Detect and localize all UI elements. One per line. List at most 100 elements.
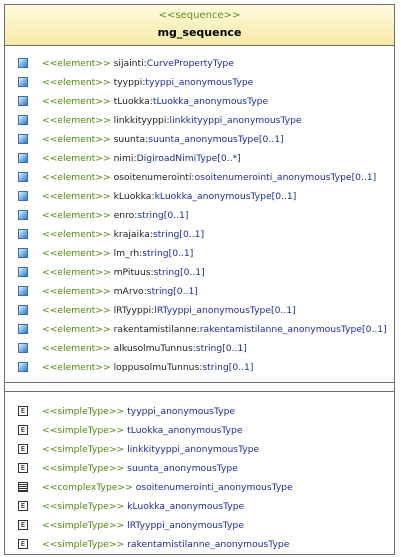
element-text: <<element>> sijainti:CurvePropertyType [42, 54, 234, 73]
element-row[interactable]: <<element>> linkkityyppi:linkkityyppi_an… [5, 111, 394, 130]
element-stereotype: <<element>> [42, 77, 111, 88]
element-text: <<element>> kLuokka:kLuokka_anonymousTyp… [42, 187, 296, 206]
element-multiplicity: [0..1] [271, 305, 296, 316]
element-type: tyyppi_anonymousType [145, 77, 254, 88]
element-text: <<element>> mArvo:string[0..1] [42, 282, 198, 301]
element-type: rakentamistilanne_anonymousType [199, 324, 363, 335]
type-stereotype: <<simpleType>> [42, 520, 125, 531]
element-row[interactable]: <<element>> alkusolmuTunnus:string[0..1] [5, 339, 394, 358]
element-text: <<element>> krajaika:string[0..1] [42, 225, 204, 244]
type-row[interactable]: E <<simpleType>> tLuokka_anonymousType [5, 421, 394, 440]
element-row[interactable]: <<element>> kLuokka:kLuokka_anonymousTyp… [5, 187, 394, 206]
type-stereotype: <<simpleType>> [42, 425, 125, 436]
element-multiplicity: [0..1] [271, 191, 297, 202]
element-row[interactable]: <<element>> krajaika:string[0..1] [5, 225, 394, 244]
element-name: mArvo [113, 286, 144, 297]
element-name: mPituus [113, 267, 151, 278]
simple-type-icon: E [18, 406, 28, 416]
element-type: string [153, 267, 180, 278]
element-row[interactable]: <<element>> tyyppi:tyyppi_anonymousType [5, 73, 394, 92]
simple-type-icon: E [18, 501, 28, 511]
simple-type-icon: E [18, 425, 28, 435]
element-row[interactable]: <<element>> enro:string[0..1] [5, 206, 394, 225]
element-name: tyyppi [113, 77, 143, 88]
type-name: linkkityyppi_anonymousType [127, 444, 260, 455]
element-name: enro [113, 210, 135, 221]
element-stereotype: <<element>> [42, 115, 111, 126]
element-name: kLuokka [113, 191, 152, 202]
element-name: suunta [113, 134, 146, 145]
type-stereotype: <<simpleType>> [42, 406, 125, 417]
element-row[interactable]: <<element>> suunta:suunta_anonymousType[… [5, 130, 394, 149]
element-icon [18, 191, 28, 201]
type-stereotype: <<simpleType>> [42, 539, 125, 550]
element-text: <<element>> enro:string[0..1] [42, 206, 188, 225]
element-name: sijainti [113, 58, 144, 69]
element-text: <<element>> mPituus:string[0..1] [42, 263, 205, 282]
sequence-class-box[interactable]: <<sequence>> mg_sequence <<element>> sij… [4, 4, 395, 555]
type-name: kLuokka_anonymousType [127, 501, 245, 512]
element-type: string [202, 362, 229, 373]
element-type: CurvePropertyType [146, 58, 234, 69]
element-list: <<element>> sijainti:CurvePropertyType <<… [5, 46, 394, 377]
element-stereotype: <<element>> [42, 172, 111, 183]
element-row[interactable]: <<element>> lRTyyppi:lRTyyppi_anonymousT… [5, 301, 394, 320]
type-text: <<simpleType>> kLuokka_anonymousType [42, 497, 244, 516]
element-icon [18, 153, 28, 163]
element-row[interactable]: <<element>> osoitenumerointi:osoitenumer… [5, 168, 394, 187]
element-type: string [195, 343, 223, 354]
element-stereotype: <<element>> [42, 153, 111, 164]
simple-type-icon: E [18, 520, 28, 530]
element-name: alkusolmuTunnus [113, 343, 193, 354]
type-text: <<simpleType>> lRTyyppi_anonymousType [42, 516, 244, 535]
element-icon [18, 343, 28, 353]
type-list: E <<simpleType>> tyyppi_anonymousType E <<s… [5, 402, 394, 554]
element-text: <<element>> nimi:DigiroadNimiType[0..*] [42, 149, 241, 168]
element-name: osoitenumerointi [113, 172, 192, 183]
element-stereotype: <<element>> [42, 267, 111, 278]
element-name: loppusolmuTunnus [113, 362, 200, 373]
element-row[interactable]: <<element>> mArvo:string[0..1] [5, 282, 394, 301]
element-multiplicity: [0..*] [217, 153, 241, 164]
element-row[interactable]: <<element>> sijainti:CurvePropertyType [5, 54, 394, 73]
type-row[interactable]: E <<simpleType>> rakentamistilanne_anonym… [5, 535, 394, 554]
element-row[interactable]: <<element>> rakentamistilanne:rakentamis… [5, 320, 394, 339]
element-stereotype: <<element>> [42, 343, 111, 354]
element-icon [18, 172, 28, 182]
element-type: kLuokka_anonymousType [154, 191, 272, 202]
element-multiplicity: [0..1] [179, 229, 205, 240]
element-icon [18, 134, 28, 144]
type-row[interactable]: <<complexType>> osoitenumerointi_anonymo… [5, 478, 394, 497]
element-name: tLuokka [113, 96, 150, 107]
type-row[interactable]: E <<simpleType>> lRTyyppi_anonymousType [5, 516, 394, 535]
element-stereotype: <<element>> [42, 248, 111, 259]
element-icon [18, 362, 28, 372]
element-name: nimi [113, 153, 134, 164]
element-multiplicity: [0..1] [228, 362, 254, 373]
element-row[interactable]: <<element>> loppusolmuTunnus:string[0..1… [5, 358, 394, 377]
element-icon [18, 267, 28, 277]
element-text: <<element>> lm_rh:string[0..1] [42, 244, 193, 263]
element-type: string [146, 286, 174, 297]
element-row[interactable]: <<element>> tLuokka:tLuokka_anonymousTyp… [5, 92, 394, 111]
element-name: rakentamistilanne [113, 324, 197, 335]
element-row[interactable]: <<element>> mPituus:string[0..1] [5, 263, 394, 282]
section-divider [5, 382, 394, 383]
element-row[interactable]: <<element>> lm_rh:string[0..1] [5, 244, 394, 263]
type-row[interactable]: E <<simpleType>> kLuokka_anonymousType [5, 497, 394, 516]
type-stereotype: <<simpleType>> [42, 501, 125, 512]
element-text: <<element>> suunta:suunta_anonymousType[… [42, 130, 284, 149]
element-text: <<element>> loppusolmuTunnus:string[0..1… [42, 358, 253, 377]
element-stereotype: <<element>> [42, 362, 111, 373]
type-row[interactable]: E <<simpleType>> linkkityyppi_anonymousTy… [5, 440, 394, 459]
element-type: suunta_anonymousType [148, 134, 259, 145]
type-row[interactable]: E <<simpleType>> tyyppi_anonymousType [5, 402, 394, 421]
type-row[interactable]: E <<simpleType>> suunta_anonymousType [5, 459, 394, 478]
type-text: <<simpleType>> tLuokka_anonymousType [42, 421, 242, 440]
element-type: string [142, 248, 169, 259]
class-title: mg_sequence [157, 26, 242, 39]
element-icon [18, 229, 28, 239]
element-text: <<element>> osoitenumerointi:osoitenumer… [42, 168, 376, 187]
element-row[interactable]: <<element>> nimi:DigiroadNimiType[0..*] [5, 149, 394, 168]
element-multiplicity: [0..1] [163, 210, 189, 221]
